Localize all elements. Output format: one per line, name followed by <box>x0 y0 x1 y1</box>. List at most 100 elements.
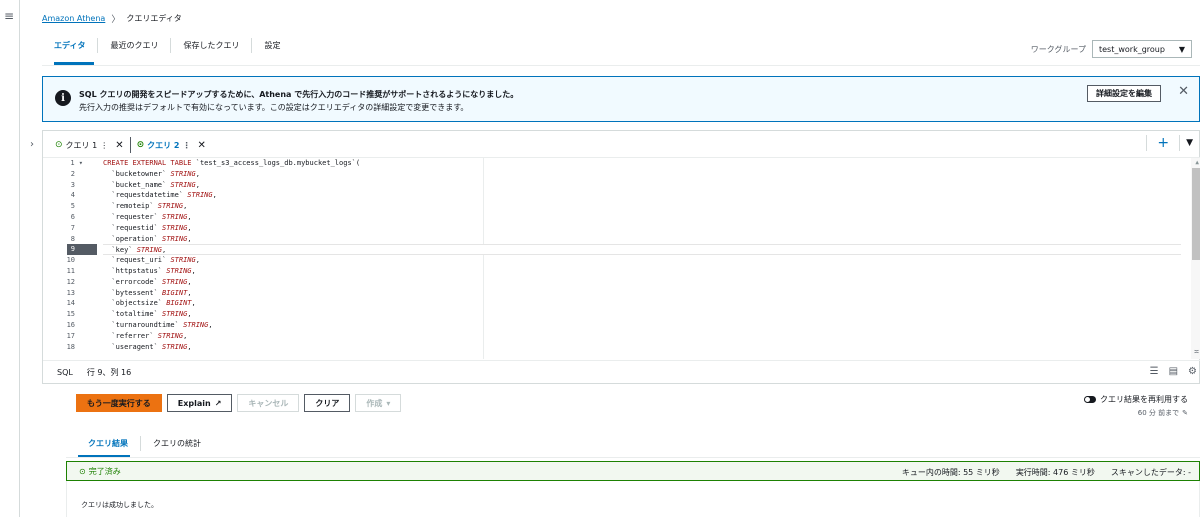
sql-type: STRING <box>162 212 188 221</box>
code-line: `errorcode` STRING, <box>103 277 192 286</box>
sql-type: STRING <box>157 202 184 211</box>
workgroup-select[interactable]: test_work_group ▼ <box>1092 40 1192 58</box>
caret-down-icon[interactable]: ▼ <box>1186 138 1193 148</box>
editor-tools: ☰ ▤ ⚙ <box>1150 366 1197 377</box>
sql-type: BIGINT <box>162 288 188 297</box>
tab-editor[interactable]: エディタ <box>42 38 99 53</box>
query-editor-panel: › ⊙ クエリ 1 ⋮ ✕ ⊙ クエリ 2 ⋮ ✕ + ▼ 1 ▾ 2 3 4 5 6 7 8… <box>30 130 1200 384</box>
line-number: 12 <box>66 277 75 286</box>
edit-settings-button[interactable]: 詳細設定を編集 <box>1087 85 1161 102</box>
cancel-button[interactable]: キャンセル <box>237 394 300 412</box>
breadcrumb: Amazon Athena 〉 クエリエディタ <box>42 12 182 25</box>
sql-type: STRING <box>170 169 196 178</box>
sql-type: STRING <box>166 266 192 275</box>
gear-icon[interactable]: ⚙ <box>1188 366 1197 377</box>
close-icon[interactable]: ✕ <box>197 140 205 151</box>
edit-icon[interactable]: ✎ <box>1182 409 1188 417</box>
code-line: `key` STRING, <box>103 244 1181 256</box>
tab-recent-queries[interactable]: 最近のクエリ <box>98 38 172 53</box>
chevron-right-icon[interactable]: › <box>30 139 34 150</box>
tab-saved-queries[interactable]: 保存したクエリ <box>171 38 253 53</box>
code-line: `bucket_name` STRING, <box>103 180 200 189</box>
line-number: 8 <box>70 234 75 243</box>
tabs-divider <box>42 65 1200 66</box>
scrollbar-thumb[interactable] <box>1192 168 1200 260</box>
resize-handle-icon[interactable]: ≍ <box>1194 347 1199 358</box>
format-icon[interactable]: ☰ <box>1150 366 1159 377</box>
code-editor[interactable]: 1 ▾ 2 3 4 5 6 7 8 9 10 11 12 13 14 15 16 17 18 CREATE EXT… <box>43 157 1200 359</box>
sql-type: STRING <box>162 223 188 232</box>
sql-type: STRING <box>157 331 184 340</box>
query-actions: もう一度実行する Explain ↗ キャンセル クリア 作成 ▾ <box>76 394 402 412</box>
close-icon[interactable]: ✕ <box>115 140 123 151</box>
query-tab-label: クエリ 1 <box>65 140 98 150</box>
sql-type: STRING <box>170 256 196 265</box>
code-line: `bucketowner` STRING, <box>103 169 200 178</box>
divider <box>1146 135 1148 151</box>
code-line: `turnaroundtime` STRING, <box>103 320 213 329</box>
query-tabs: ⊙ クエリ 1 ⋮ ✕ ⊙ クエリ 2 ⋮ ✕ <box>49 136 212 154</box>
check-circle-icon: ⊙ <box>55 140 63 150</box>
result-tabs-divider <box>66 457 1200 458</box>
workgroup-selector: ワークグループ test_work_group ▼ <box>1031 40 1192 58</box>
reuse-results: クエリ結果を再利用する 60 分 前まで ✎ <box>1084 394 1188 418</box>
result-status-bar: ⊙ 完了済み キュー内の時間: 55 ミリ秒 実行時間: 476 ミリ秒 スキャ… <box>66 461 1200 481</box>
vertical-scrollbar[interactable]: ▲ ≍ <box>1191 158 1200 359</box>
create-button[interactable]: 作成 ▾ <box>355 394 402 412</box>
banner-title: SQL クエリの開発をスピードアップするために、Athena で先行入力のコード… <box>79 90 519 99</box>
main-area: Amazon Athena 〉 クエリエディタ エディタ 最近のクエリ 保存した… <box>20 0 1200 517</box>
code-line: `operation` STRING, <box>103 234 192 243</box>
line-number: 5 <box>70 202 75 211</box>
editor-status-bar: SQL 行 9、列 16 ☰ ▤ ⚙ <box>43 360 1200 384</box>
query-tab-1[interactable]: ⊙ クエリ 1 ⋮ ✕ <box>49 136 130 154</box>
sql-type: STRING <box>162 310 188 319</box>
close-icon[interactable]: ✕ <box>1178 84 1189 99</box>
caret-down-icon: ▼ <box>1178 44 1185 54</box>
add-query-icon[interactable]: + <box>1153 135 1173 151</box>
code-lines: CREATE EXTERNAL TABLE `test_s3_access_lo… <box>103 158 1181 352</box>
breadcrumb-home-link[interactable]: Amazon Athena <box>42 14 105 23</box>
line-number: 11 <box>66 266 75 275</box>
line-number: 2 <box>70 169 75 178</box>
info-banner: i SQL クエリの開発をスピードアップするために、Athena で先行入力のコ… <box>42 76 1200 122</box>
run-again-button[interactable]: もう一度実行する <box>76 394 162 412</box>
tab-settings[interactable]: 設定 <box>252 38 292 53</box>
sql-type: STRING <box>183 320 209 329</box>
line-number: 9 <box>67 244 97 256</box>
result-stats: キュー内の時間: 55 ミリ秒 実行時間: 476 ミリ秒 スキャンしたデータ:… <box>902 467 1191 478</box>
more-options-icon[interactable]: ⋮ <box>182 141 190 150</box>
tab-query-results[interactable]: クエリ結果 <box>76 436 141 451</box>
panel-icon[interactable]: ▤ <box>1169 366 1178 377</box>
reuse-age-label: 60 分 前まで <box>1137 409 1180 417</box>
tab-query-stats[interactable]: クエリの統計 <box>141 436 213 451</box>
check-circle-icon: ⊙ <box>79 466 86 476</box>
code-line: `requestdatetime` STRING, <box>103 191 217 200</box>
sql-type: BIGINT <box>166 299 192 308</box>
external-link-icon: ↗ <box>214 398 222 408</box>
clear-button[interactable]: クリア <box>304 394 351 412</box>
code-line: `totaltime` STRING, <box>103 310 192 319</box>
run-time: 実行時間: 476 ミリ秒 <box>1015 468 1095 477</box>
line-number: 14 <box>66 299 75 308</box>
sql-type: STRING <box>136 246 163 255</box>
result-body: クエリは成功しました。 <box>66 481 1200 517</box>
code-line: `objectsize` BIGINT, <box>103 299 196 308</box>
more-options-icon[interactable]: ⋮ <box>100 141 108 150</box>
workgroup-value: test_work_group <box>1099 44 1165 54</box>
sql-type: STRING <box>170 180 196 189</box>
status-badge: ⊙ 完了済み <box>79 466 121 477</box>
result-tabs: クエリ結果 クエリの統計 <box>76 436 213 451</box>
line-number: 6 <box>70 212 75 221</box>
explain-label: Explain <box>177 398 211 408</box>
code-line: `requestid` STRING, <box>103 223 192 232</box>
left-nav: ≡ <box>0 0 20 517</box>
queue-time: キュー内の時間: 55 ミリ秒 <box>901 468 1000 477</box>
code-line: `remoteip` STRING, <box>103 202 188 211</box>
reuse-toggle-row[interactable]: クエリ結果を再利用する <box>1084 394 1188 405</box>
menu-icon[interactable]: ≡ <box>4 10 14 22</box>
query-tab-2[interactable]: ⊙ クエリ 2 ⋮ ✕ <box>131 136 212 154</box>
reuse-toggle[interactable] <box>1084 396 1096 403</box>
explain-button[interactable]: Explain ↗ <box>166 394 233 412</box>
info-icon: i <box>55 90 71 106</box>
line-number: 18 <box>66 342 75 351</box>
